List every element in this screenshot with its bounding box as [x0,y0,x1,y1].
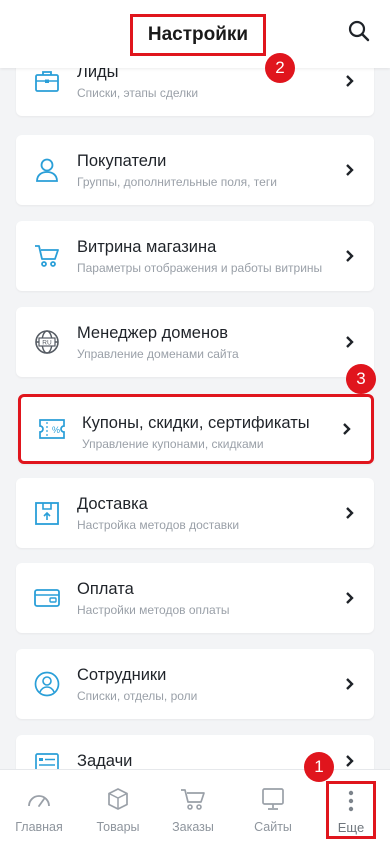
globe-icon: RU [33,328,61,356]
search-icon [348,20,370,47]
settings-item-subtitle: Управление доменами сайта [77,347,239,361]
settings-item-delivery[interactable]: Доставка Настройка методов доставки [16,478,374,548]
search-button[interactable] [344,18,374,48]
employee-icon [33,670,61,698]
nav-item-products[interactable]: Товары [83,770,153,845]
step-badge-2: 2 [265,53,295,83]
chevron-right-icon [344,676,356,692]
coupon-icon: % [38,415,66,443]
settings-item-employees[interactable]: Сотрудники Списки, отделы, роли [16,649,374,719]
cart-icon [33,242,61,270]
wallet-icon [33,584,61,612]
user-icon [33,156,61,184]
box-icon [33,499,61,527]
settings-item-customers[interactable]: Покупатели Группы, дополнительные поля, … [16,135,374,205]
settings-item-subtitle: Группы, дополнительные поля, теги [77,175,277,189]
briefcase-icon [33,67,61,95]
nav-item-more[interactable]: Еще [326,781,376,839]
page-title: Настройки [130,14,266,56]
settings-item-subtitle: Списки, этапы сделки [77,86,199,100]
svg-text:RU: RU [42,340,52,347]
dashboard-icon [27,786,51,812]
settings-item-title: Менеджер доменов [77,324,229,342]
chevron-right-icon [344,162,356,178]
settings-item-subtitle: Списки, отделы, роли [77,689,198,703]
settings-item-title: Покупатели [77,152,167,170]
settings-item-subtitle: Настройка методов доставки [77,518,240,532]
more-dots-icon [348,788,354,814]
settings-item-title: Доставка [77,495,148,513]
chevron-right-icon [344,248,356,264]
settings-item-subtitle: Настройки методов оплаты [77,603,230,617]
chevron-right-icon [344,73,356,89]
settings-item-title: Купоны, скидки, сертификаты [82,414,310,432]
settings-item-title: Витрина магазина [77,238,217,256]
chevron-right-icon [344,505,356,521]
svg-text:%: % [52,425,60,435]
settings-item-payment[interactable]: Оплата Настройки методов оплаты [16,563,374,633]
nav-item-sites[interactable]: Сайты [238,770,308,845]
settings-item-title: Оплата [77,580,134,598]
nav-label: Сайты [254,820,292,834]
settings-item-subtitle: Параметры отображения и работы витрины [77,261,323,275]
settings-item-subtitle: Управление купонами, скидками [82,437,264,451]
step-badge-1: 1 [304,752,334,782]
nav-label: Еще [337,820,365,835]
settings-item-domains[interactable]: RU Менеджер доменов Управление доменами … [16,307,374,377]
settings-item-storefront[interactable]: Витрина магазина Параметры отображения и… [16,221,374,291]
nav-label: Главная [15,820,63,834]
settings-item-title: Сотрудники [77,666,167,684]
app-header: Настройки [0,0,390,68]
chevron-right-icon [341,421,353,437]
orders-icon [180,786,206,812]
chevron-right-icon [344,753,356,769]
settings-item-coupons[interactable]: % Купоны, скидки, сертификаты Управление… [18,394,374,464]
monitor-icon [261,786,285,812]
products-icon [106,786,130,812]
step-badge-3: 3 [346,364,376,394]
bottom-navigation: Главная Товары Заказы Сайты Еще [0,769,390,845]
nav-item-home[interactable]: Главная [4,770,74,845]
nav-item-orders[interactable]: Заказы [158,770,228,845]
nav-label: Товары [96,820,140,834]
chevron-right-icon [344,590,356,606]
nav-label: Заказы [172,820,214,834]
chevron-right-icon [344,334,356,350]
